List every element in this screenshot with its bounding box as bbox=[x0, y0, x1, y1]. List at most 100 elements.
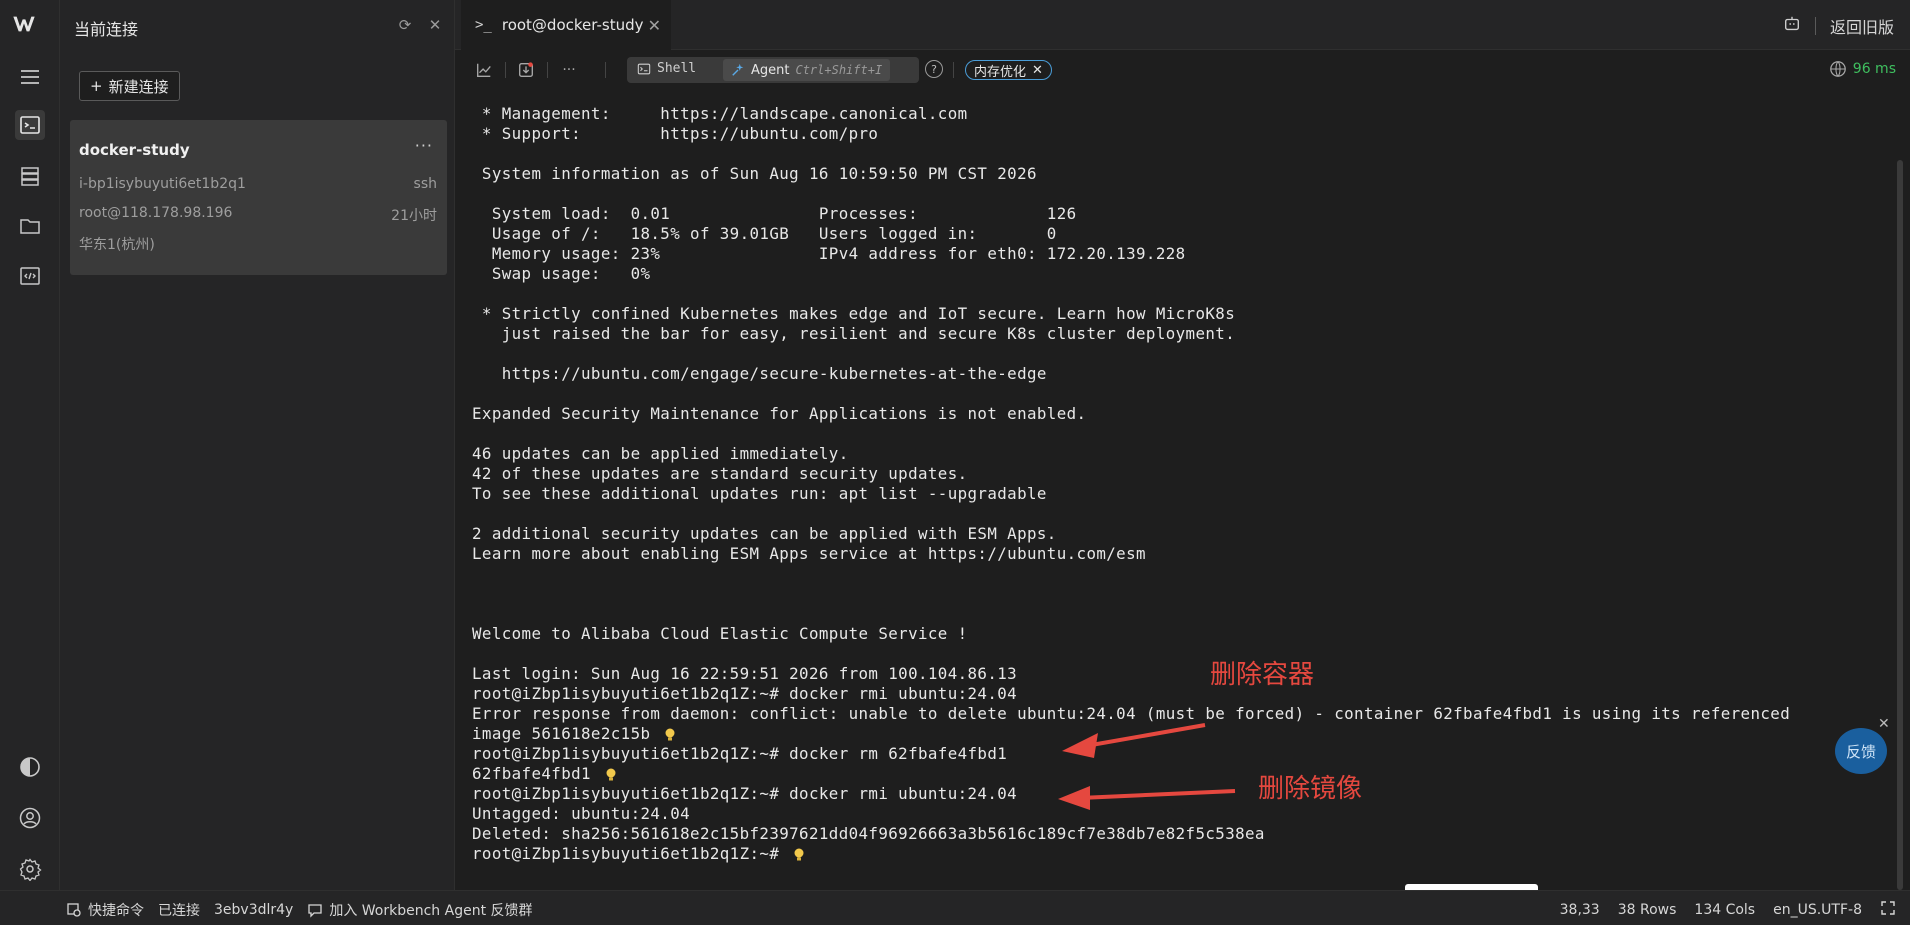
terminal-line: * Support: https://ubuntu.com/pro bbox=[472, 124, 1892, 144]
toolbar-divider bbox=[953, 62, 954, 78]
terminal-line-text: Swap usage: 0% bbox=[472, 264, 651, 283]
terminal-line: Welcome to Alibaba Cloud Elastic Compute… bbox=[472, 624, 1892, 644]
connection-card[interactable]: docker-study ··· i-bp1isybuyuti6et1b2q1 … bbox=[70, 120, 447, 275]
terminal-line-text: System information as of Sun Aug 16 10:5… bbox=[472, 164, 1037, 183]
terminal-line: Expanded Security Maintenance for Applic… bbox=[472, 404, 1892, 424]
settings-gear-icon[interactable] bbox=[15, 854, 45, 884]
lightbulb-icon[interactable] bbox=[793, 847, 805, 861]
terminal-line: just raised the bar for easy, resilient … bbox=[472, 324, 1892, 344]
memory-optimize-chip[interactable]: 内存优化 ✕ bbox=[965, 60, 1052, 80]
menu-icon[interactable] bbox=[15, 62, 45, 92]
terminal-line: Swap usage: 0% bbox=[472, 264, 1892, 284]
expand-icon[interactable] bbox=[1880, 900, 1896, 920]
terminal-line: Error response from daemon: conflict: un… bbox=[472, 704, 1892, 724]
feedback-button[interactable]: 反馈 bbox=[1835, 728, 1887, 774]
terminal-line-text: 42 of these updates are standard securit… bbox=[472, 464, 968, 483]
help-icon[interactable]: ? bbox=[925, 60, 943, 78]
lightbulb-icon[interactable] bbox=[664, 727, 676, 741]
terminal-line: Usage of /: 18.5% of 39.01GB Users logge… bbox=[472, 224, 1892, 244]
card-row-region: 华东1(杭州) bbox=[79, 234, 437, 254]
terminal-line-text: Welcome to Alibaba Cloud Elastic Compute… bbox=[472, 624, 968, 643]
more-tools-icon[interactable]: ··· bbox=[558, 59, 580, 81]
more-options-icon[interactable]: ··· bbox=[415, 136, 433, 155]
theme-toggle-icon[interactable] bbox=[15, 752, 45, 782]
code-file-icon[interactable] bbox=[15, 261, 45, 291]
chip-close-icon[interactable]: ✕ bbox=[1032, 63, 1043, 78]
terminal-cols: 134 Cols bbox=[1694, 902, 1756, 918]
user-icon[interactable] bbox=[15, 803, 45, 833]
tab-root-docker-study[interactable]: >_ root@docker-study ✕ bbox=[461, 0, 671, 50]
close-panel-icon[interactable]: ✕ bbox=[426, 16, 444, 34]
connection-status: 已连接 bbox=[158, 903, 200, 919]
terminal-line-text: root@iZbp1isybuyuti6et1b2q1Z:~# docker r… bbox=[472, 784, 1018, 803]
terminal-line-text: https://ubuntu.com/engage/secure-kuberne… bbox=[472, 364, 1047, 383]
plus-icon: + bbox=[90, 77, 103, 95]
terminal-line-text: * Strictly confined Kubernetes makes edg… bbox=[472, 304, 1236, 323]
workbench-logo-icon bbox=[12, 12, 48, 42]
connection-panel: 当前连接 ⟳ ✕ + 新建连接 docker-study ··· i-bp1is… bbox=[60, 0, 455, 890]
toolbar-divider bbox=[605, 62, 606, 78]
status-left: 快捷命令 已连接 3ebv3dlr4y 加入 Workbench Agent 反… bbox=[66, 900, 533, 920]
cursor-position: 38,33 bbox=[1559, 902, 1600, 918]
chip-label: 内存优化 bbox=[974, 64, 1027, 80]
terminal-line: 62fbafe4fbd1 bbox=[472, 764, 1892, 784]
feedback-close-icon[interactable]: ✕ bbox=[1878, 716, 1890, 732]
server-list-icon[interactable] bbox=[15, 161, 45, 191]
folder-icon[interactable] bbox=[15, 211, 45, 241]
assistant-bot-icon[interactable] bbox=[1783, 15, 1801, 37]
left-rail bbox=[0, 0, 60, 890]
agent-shortcut: Ctrl+Shift+I bbox=[795, 63, 883, 77]
shell-label: Shell bbox=[657, 61, 697, 76]
terminal-line: 42 of these updates are standard securit… bbox=[472, 464, 1892, 484]
status-right: 38,33 38 Rows 134 Cols en_US.UTF-8 bbox=[1560, 900, 1896, 920]
divider bbox=[1814, 17, 1816, 35]
back-to-old-version-link[interactable]: 返回旧版 bbox=[1830, 14, 1894, 38]
region: 华东1(杭州) bbox=[79, 237, 155, 253]
terminal-line-text: just raised the bar for easy, resilient … bbox=[472, 324, 1236, 343]
toolbar-divider bbox=[505, 62, 506, 78]
monitor-chart-icon[interactable] bbox=[473, 59, 495, 81]
terminal-output[interactable]: * Management: https://landscape.canonica… bbox=[472, 104, 1892, 864]
join-group-label: 加入 Workbench Agent 反馈群 bbox=[329, 903, 533, 919]
terminal-line-text: System load: 0.01 Processes: 126 bbox=[472, 204, 1077, 223]
close-tab-icon[interactable]: ✕ bbox=[648, 16, 661, 35]
encoding[interactable]: en_US.UTF-8 bbox=[1773, 902, 1862, 918]
card-row-instance: i-bp1isybuyuti6et1b2q1 ssh bbox=[79, 176, 437, 192]
join-feedback-group-link[interactable]: 加入 Workbench Agent 反馈群 bbox=[307, 900, 533, 920]
latency-indicator: 96 ms bbox=[1829, 60, 1896, 78]
terminal-line-text: Expanded Security Maintenance for Applic… bbox=[472, 404, 1087, 423]
lightbulb-icon[interactable] bbox=[605, 767, 617, 781]
terminal-line-text: root@iZbp1isybuyuti6et1b2q1Z:~# docker r… bbox=[472, 744, 1008, 763]
agent-sparkle-icon bbox=[732, 63, 744, 76]
refresh-icon[interactable]: ⟳ bbox=[396, 16, 414, 34]
new-connection-button[interactable]: + 新建连接 bbox=[79, 71, 180, 101]
login-address: root@118.178.98.196 bbox=[79, 205, 233, 221]
agent-mode-tab[interactable]: Agent Ctrl+Shift+I bbox=[723, 59, 891, 81]
terminal-line: System load: 0.01 Processes: 126 bbox=[472, 204, 1892, 224]
terminal-line-text: 2 additional security updates can be app… bbox=[472, 524, 1057, 543]
toolbar-divider bbox=[547, 62, 548, 78]
annotation-delete-container: 删除容器 bbox=[1210, 660, 1315, 690]
terminal-scrollbar[interactable] bbox=[1897, 160, 1903, 890]
terminal-nav-icon[interactable] bbox=[15, 110, 45, 140]
terminal-line: System information as of Sun Aug 16 10:5… bbox=[472, 164, 1892, 184]
session-id: 3ebv3dlr4y bbox=[214, 902, 294, 918]
shell-mode-tab[interactable]: Shell bbox=[637, 61, 696, 76]
terminal-line-text: Deleted: sha256:561618e2c15bf2397621dd04… bbox=[472, 824, 1265, 843]
terminal-line-text: 46 updates can be applied immediately. bbox=[472, 444, 849, 463]
terminal-line: 2 additional security updates can be app… bbox=[472, 524, 1892, 544]
download-record-icon[interactable] bbox=[515, 59, 537, 81]
quick-command-button[interactable]: 快捷命令 bbox=[66, 900, 144, 920]
group-chat-icon bbox=[308, 904, 322, 918]
quick-command-label: 快捷命令 bbox=[88, 903, 144, 919]
terminal-line: Untagged: ubuntu:24.04 bbox=[472, 804, 1892, 824]
terminal-line-text: Memory usage: 23% IPv4 address for eth0:… bbox=[472, 244, 1186, 263]
terminal-line: 46 updates can be applied immediately. bbox=[472, 444, 1892, 464]
terminal-line: root@iZbp1isybuyuti6et1b2q1Z:~# bbox=[472, 844, 1892, 864]
